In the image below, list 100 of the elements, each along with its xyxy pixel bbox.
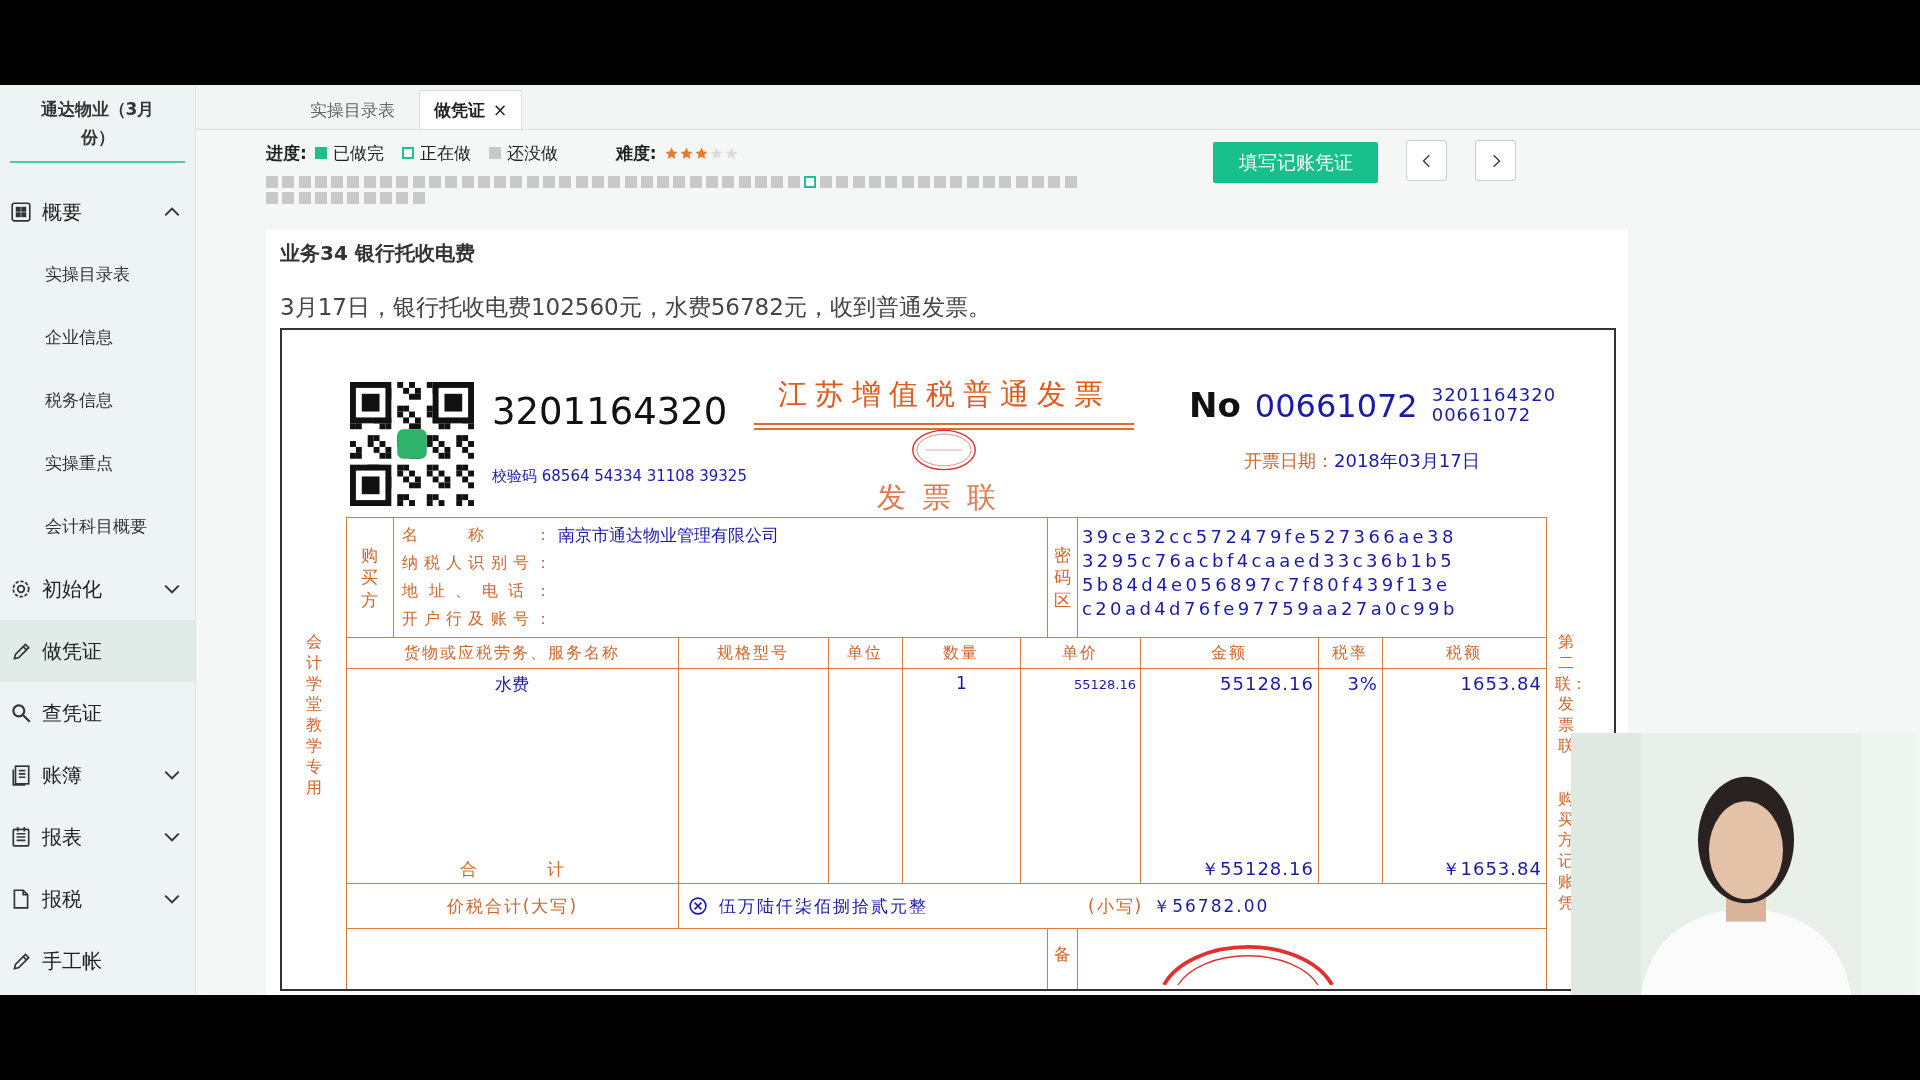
task-square[interactable]: [1064, 176, 1077, 188]
cipher-line: 3295c76acbf4caaed33c36b1b5: [1081, 550, 1457, 573]
task-square[interactable]: [331, 176, 344, 188]
task-square[interactable]: [608, 176, 621, 188]
task-square[interactable]: [999, 176, 1012, 188]
task-square[interactable]: [412, 176, 425, 188]
task-square[interactable]: [396, 176, 409, 188]
settings-icon: [10, 578, 32, 600]
task-square[interactable]: [543, 176, 556, 188]
remarks-label: 备: [1047, 929, 1078, 989]
tab[interactable]: 做凭证 ×: [419, 90, 523, 129]
column-header: 单位: [828, 638, 902, 669]
task-square[interactable]: [575, 176, 588, 188]
task-square[interactable]: [934, 176, 947, 188]
small-invoice-code: 3201164320: [1431, 385, 1557, 405]
task-square[interactable]: [836, 176, 849, 188]
task-square[interactable]: [591, 176, 604, 188]
sidebar-item[interactable]: 概要: [0, 181, 195, 243]
sidebar-subitem[interactable]: 企业信息: [0, 306, 195, 369]
task-square[interactable]: [852, 176, 865, 188]
task-square[interactable]: [380, 192, 393, 204]
sidebar-item[interactable]: 账簿: [0, 744, 195, 806]
side-stamp-text: 会计学堂教学专用: [305, 632, 322, 799]
task-square[interactable]: [1015, 176, 1028, 188]
task-square[interactable]: [314, 176, 327, 188]
task-square[interactable]: [771, 176, 784, 188]
task-square[interactable]: [869, 176, 881, 188]
star-icon: [694, 146, 708, 160]
task-square[interactable]: [363, 192, 376, 204]
sidebar-item[interactable]: 报表: [0, 806, 195, 868]
task-square[interactable]: [396, 192, 409, 204]
task-square[interactable]: [298, 176, 311, 188]
book-icon: [10, 764, 32, 786]
search-icon: [10, 702, 32, 724]
task-square[interactable]: [331, 192, 344, 204]
sidebar-item[interactable]: 报税: [0, 868, 195, 930]
sidebar-subitem[interactable]: 实操目录表: [0, 243, 195, 306]
sidebar-subitem[interactable]: 税务信息: [0, 369, 195, 432]
task-square[interactable]: [738, 176, 751, 188]
invoice-title: 江苏增值税普通发票: [776, 376, 1112, 413]
star-icon: [679, 146, 693, 160]
sidebar-subitem[interactable]: 会计科目概要: [0, 495, 195, 558]
tab[interactable]: 实操目录表: [296, 91, 409, 129]
task-title: 业务34 银行托收电费: [280, 240, 476, 267]
task-square[interactable]: [673, 176, 686, 188]
task-square[interactable]: [787, 176, 800, 188]
task-square[interactable]: [885, 176, 898, 188]
sum-amount: ￥56782.00: [1153, 894, 1270, 918]
task-square[interactable]: [950, 176, 963, 188]
task-square[interactable]: [282, 192, 295, 204]
sidebar-item[interactable]: 做凭证: [0, 620, 195, 682]
task-square[interactable]: [689, 176, 702, 188]
task-square[interactable]: [510, 176, 523, 188]
task-square[interactable]: [347, 176, 360, 188]
task-square[interactable]: [526, 176, 539, 188]
task-square[interactable]: [461, 176, 474, 188]
task-square[interactable]: [494, 176, 507, 188]
task-square[interactable]: [380, 176, 393, 188]
task-square[interactable]: [266, 176, 278, 188]
task-square[interactable]: [624, 176, 637, 188]
task-square[interactable]: [298, 192, 311, 204]
field-label: 纳税人识别号：: [401, 552, 552, 574]
task-square[interactable]: [966, 176, 979, 188]
previous-button[interactable]: [1406, 140, 1447, 181]
task-square[interactable]: [640, 176, 653, 188]
task-description: 3月17日，银行托收电费102560元，水费56782元，收到普通发票。: [280, 293, 992, 322]
column-header: 税额: [1382, 638, 1546, 669]
task-square[interactable]: [314, 192, 327, 204]
sum-label: 价税合计(大写): [346, 884, 679, 929]
task-square[interactable]: [917, 176, 930, 188]
sum-small-label: (小写): [1087, 894, 1144, 918]
buyer-label: 购买方: [361, 544, 379, 611]
task-square[interactable]: [820, 176, 833, 188]
task-square[interactable]: [657, 176, 670, 188]
task-square[interactable]: [477, 176, 490, 188]
task-square[interactable]: [1031, 176, 1044, 188]
sidebar-item[interactable]: 初始化: [0, 558, 195, 620]
task-square[interactable]: [282, 176, 295, 188]
table-cell-text: 55128.16: [1072, 676, 1137, 692]
task-square[interactable]: [754, 176, 767, 188]
cipher-label: 密码区: [1053, 544, 1071, 611]
task-square[interactable]: [559, 176, 572, 188]
task-square[interactable]: [722, 176, 735, 188]
sidebar-subitem[interactable]: 实操重点: [0, 432, 195, 495]
task-square[interactable]: [445, 176, 458, 188]
sidebar-item[interactable]: 查凭证: [0, 682, 195, 744]
task-square[interactable]: [347, 192, 360, 204]
task-square[interactable]: [266, 192, 278, 204]
task-square[interactable]: [412, 192, 425, 204]
task-square[interactable]: [428, 176, 441, 188]
sidebar-item[interactable]: 手工帐: [0, 930, 195, 992]
task-square[interactable]: [803, 176, 816, 188]
total-amount: ￥55128.16: [1200, 857, 1315, 881]
task-square[interactable]: [901, 176, 914, 188]
next-button[interactable]: [1475, 140, 1516, 181]
task-square[interactable]: [1048, 176, 1061, 188]
close-icon[interactable]: ×: [493, 100, 508, 120]
task-square[interactable]: [706, 176, 718, 188]
task-square[interactable]: [363, 176, 376, 188]
task-square[interactable]: [983, 176, 996, 188]
